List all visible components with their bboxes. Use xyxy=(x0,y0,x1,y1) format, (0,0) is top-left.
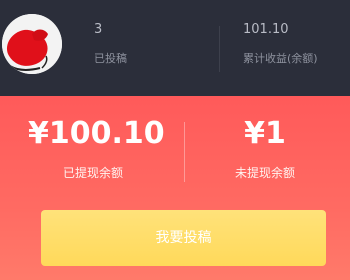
pending-amount: ¥1 xyxy=(244,116,286,151)
balance-panel: ¥100.10 已提现余额 ¥1 未提现余额 我要投稿 xyxy=(0,96,350,280)
submit-article-button[interactable]: 我要投稿 xyxy=(41,210,326,266)
income-label: 累计收益(余额) xyxy=(243,52,318,65)
income-value: 101.10 xyxy=(243,22,289,37)
withdrawn-label: 已提现余额 xyxy=(62,166,123,180)
withdrawn-balance: ¥100.10 已提现余额 xyxy=(28,116,165,181)
avatar[interactable] xyxy=(2,14,62,74)
posted-stat[interactable]: 3 已投稿 xyxy=(94,22,127,66)
withdrawn-amount: ¥100.10 xyxy=(28,116,165,151)
profile-header: 3 已投稿 101.10 累计收益(余额) xyxy=(0,0,350,96)
balance-divider xyxy=(184,122,185,182)
posted-count: 3 xyxy=(94,22,103,37)
income-stat[interactable]: 101.10 累计收益(余额) xyxy=(243,22,318,66)
pending-balance: ¥1 未提现余额 xyxy=(210,116,320,181)
posted-label: 已投稿 xyxy=(94,52,127,65)
avatar-image xyxy=(2,14,62,74)
pending-label: 未提现余额 xyxy=(234,166,295,180)
stat-divider xyxy=(219,26,220,72)
